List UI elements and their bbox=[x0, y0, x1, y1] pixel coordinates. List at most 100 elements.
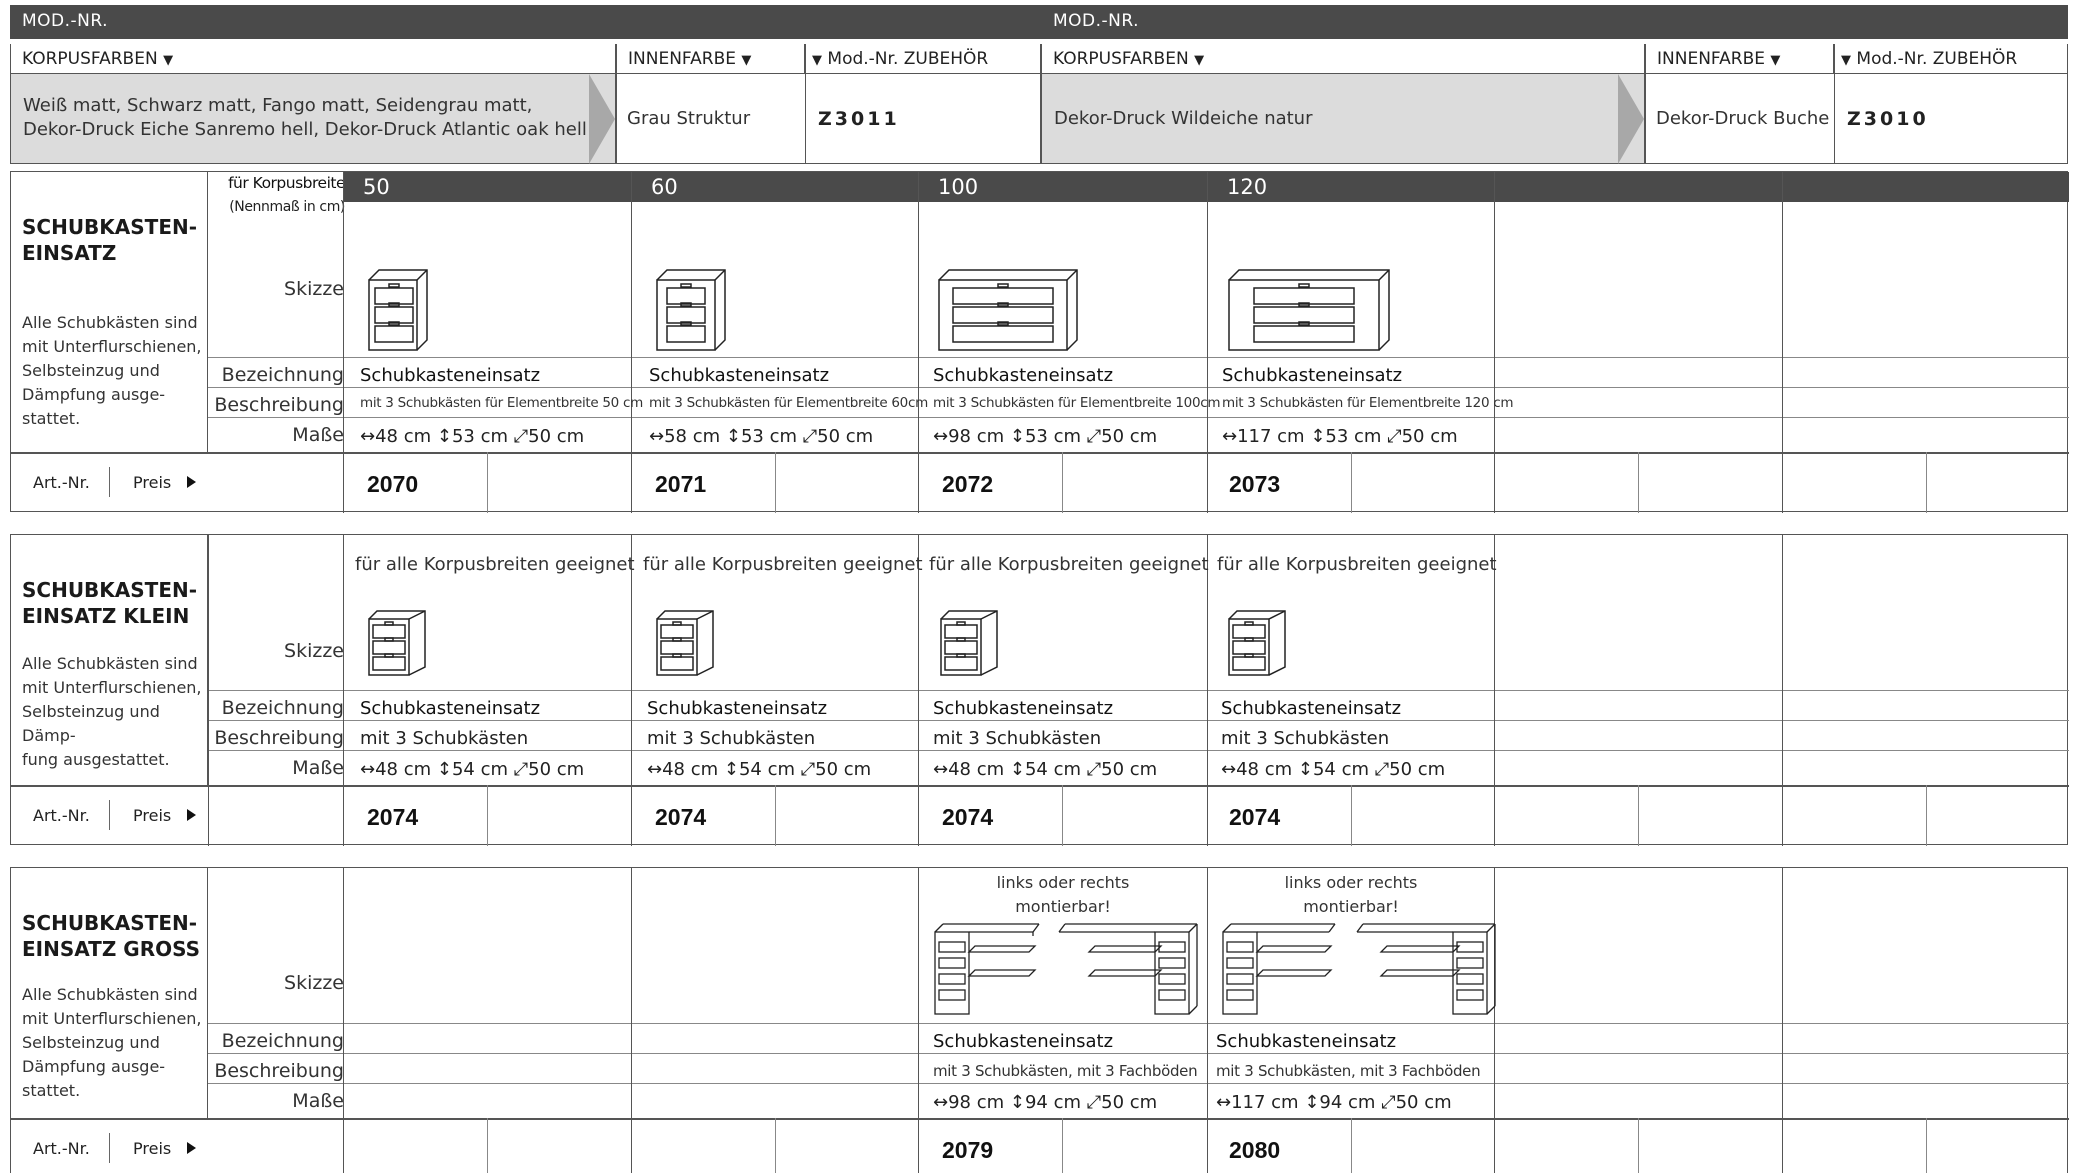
mod-nr-label-left: MOD.-NR. bbox=[10, 5, 1041, 39]
product-name: Schubkasteneinsatz bbox=[649, 365, 830, 386]
fit-all-widths-hint: für alle Korpusbreiten geeignet bbox=[355, 554, 635, 575]
korpusfarben-dropdown-right[interactable]: KORPUSFARBEN ▼ bbox=[1041, 44, 1645, 74]
article-number: 2080 bbox=[1229, 1137, 1281, 1163]
korpusfarben-values-left: Weiß matt, Schwarz matt, Fango matt, Sei… bbox=[10, 74, 616, 164]
article-number: 2072 bbox=[942, 471, 994, 497]
article-number: 2074 bbox=[1229, 804, 1281, 830]
product-description: mit 3 Schubkästen für Elementbreite 120 … bbox=[1222, 395, 1514, 411]
beschreibung-label: Beschreibung bbox=[214, 1060, 344, 1082]
mounting-note-line: links oder rechts bbox=[1284, 873, 1418, 892]
mounting-note: links oder rechts montierbar! bbox=[963, 871, 1163, 919]
chevron-down-icon: ▼ bbox=[1194, 53, 1205, 68]
chevron-down-icon: ▼ bbox=[812, 53, 822, 68]
beschreibung-label: Beschreibung bbox=[214, 394, 344, 416]
innenfarbe-value-right: Dekor-Druck Buche bbox=[1645, 74, 1834, 164]
product-name: Schubkasteneinsatz bbox=[933, 1031, 1114, 1052]
article-number: 2071 bbox=[655, 471, 707, 497]
drawer-insert-small-sketch bbox=[1228, 610, 1286, 676]
product-description: mit 3 Schubkästen bbox=[933, 728, 1102, 749]
innenfarbe-value-left: Grau Struktur bbox=[616, 74, 805, 164]
product-description: mit 3 Schubkästen für Elementbreite 100c… bbox=[933, 395, 1221, 411]
product-dimensions: ↔48 cm ↕54 cm ⤢50 cm bbox=[1221, 759, 1445, 780]
innenfarbe-dropdown-left[interactable]: INNENFARBE ▼ bbox=[616, 44, 805, 74]
section-label-column: SCHUBKASTEN- EINSATZ Alle Schubkästen si… bbox=[11, 172, 208, 452]
art-nr-label: Art.-Nr. bbox=[33, 473, 90, 492]
product-description: mit 3 Schubkästen, mit 3 Fachböden bbox=[933, 1062, 1198, 1080]
skizze-label: Skizze bbox=[284, 640, 344, 662]
korpusfarben-label: KORPUSFARBEN bbox=[1053, 49, 1189, 69]
color-list-line: Dekor-Druck Eiche Sanremo hell, Dekor-Dr… bbox=[23, 119, 587, 140]
dim-depth: ⤢50 cm bbox=[1086, 426, 1158, 447]
drawer-insert-small-sketch bbox=[656, 610, 714, 676]
chevron-down-icon: ▼ bbox=[1841, 53, 1851, 68]
zubehoer-dropdown-left[interactable]: ▼ Mod.-Nr. ZUBEHÖR bbox=[805, 44, 1041, 74]
dim-depth: ⤢50 cm bbox=[1387, 426, 1458, 447]
chevron-down-icon: ▼ bbox=[163, 53, 174, 68]
fit-all-widths-hint: für alle Korpusbreiten geeignet bbox=[643, 554, 923, 575]
product-name: Schubkasteneinsatz bbox=[1222, 365, 1403, 386]
dim-width: ↔98 cm bbox=[933, 1092, 1005, 1113]
section-description: Alle Schubkästen sind mit Unterflurschie… bbox=[22, 654, 202, 769]
chevron-down-icon: ▼ bbox=[741, 53, 752, 68]
article-number: 2070 bbox=[367, 471, 419, 497]
drawer-insert-120-sketch bbox=[1228, 269, 1390, 351]
drawer-insert-50-sketch bbox=[368, 269, 428, 351]
section-title: SCHUBKASTEN- EINSATZ KLEIN bbox=[22, 578, 198, 628]
section-title: SCHUBKASTEN- EINSATZ bbox=[22, 215, 198, 265]
width-120: 120 bbox=[1227, 175, 1268, 199]
bezeichnung-label: Bezeichnung bbox=[221, 364, 344, 386]
product-description: mit 3 Schubkästen bbox=[1221, 728, 1390, 749]
section-schubkasten-einsatz-gross: SCHUBKASTEN- EINSATZ GROSS Alle Schubkäs… bbox=[10, 867, 2069, 1173]
section-title: SCHUBKASTEN- EINSATZ GROSS bbox=[22, 911, 201, 961]
section-schubkasten-einsatz: SCHUBKASTEN- EINSATZ Alle Schubkästen si… bbox=[10, 171, 2069, 513]
product-dimensions: ↔48 cm ↕54 cm ⤢50 cm bbox=[360, 759, 584, 780]
product-name: Schubkasteneinsatz bbox=[933, 698, 1114, 719]
zubehoer-dropdown-right[interactable]: ▼ Mod.-Nr. ZUBEHÖR bbox=[1834, 44, 2068, 74]
dim-height: ↕53 cm bbox=[725, 426, 798, 447]
dim-width: ↔48 cm bbox=[360, 759, 432, 780]
zubehoer-label: Mod.-Nr. ZUBEHÖR bbox=[1856, 49, 2018, 69]
product-dimensions: ↔98 cm ↕94 cm ⤢50 cm bbox=[933, 1092, 1157, 1113]
dim-width: ↔117 cm bbox=[1216, 1092, 1299, 1113]
korpusfarben-dropdown-left[interactable]: KORPUSFARBEN ▼ bbox=[10, 44, 616, 74]
product-dimensions: ↔48 cm ↕53 cm ⤢50 cm bbox=[360, 426, 584, 447]
preis-label: Preis bbox=[133, 1139, 172, 1158]
dim-depth: ⤢50 cm bbox=[1086, 759, 1158, 780]
dim-height: ↕53 cm bbox=[1009, 426, 1082, 447]
drawer-insert-small-sketch bbox=[940, 610, 998, 676]
korpusfarben-values-right: Dekor-Druck Wildeiche natur bbox=[1041, 74, 1645, 164]
play-icon bbox=[187, 809, 196, 821]
bezeichnung-label: Bezeichnung bbox=[221, 697, 344, 719]
skizze-label: Skizze bbox=[284, 972, 344, 994]
dim-height: ↕94 cm bbox=[1009, 1092, 1082, 1113]
dim-height: ↕54 cm bbox=[1297, 759, 1370, 780]
innenfarbe-label: INNENFARBE bbox=[628, 49, 736, 69]
article-number: 2074 bbox=[655, 804, 707, 830]
play-icon bbox=[187, 476, 196, 488]
art-nr-label: Art.-Nr. bbox=[33, 806, 90, 825]
product-name: Schubkasteneinsatz bbox=[647, 698, 828, 719]
width-50: 50 bbox=[363, 175, 390, 199]
product-dimensions: ↔48 cm ↕54 cm ⤢50 cm bbox=[933, 759, 1157, 780]
bezeichnung-label: Bezeichnung bbox=[221, 1030, 344, 1052]
dim-width: ↔48 cm bbox=[1221, 759, 1293, 780]
dim-width: ↔58 cm bbox=[649, 426, 721, 447]
dim-width: ↔48 cm bbox=[647, 759, 719, 780]
mounting-note-line: montierbar! bbox=[1303, 897, 1399, 916]
product-dimensions: ↔58 cm ↕53 cm ⤢50 cm bbox=[649, 426, 873, 447]
article-number: 2074 bbox=[367, 804, 419, 830]
dim-width: ↔48 cm bbox=[360, 426, 432, 447]
product-dimensions: ↔117 cm ↕94 cm ⤢50 cm bbox=[1216, 1092, 1452, 1113]
product-name: Schubkasteneinsatz bbox=[360, 698, 541, 719]
product-dimensions: ↔117 cm ↕53 cm ⤢50 cm bbox=[1222, 426, 1458, 447]
article-number: 2073 bbox=[1229, 471, 1281, 497]
fit-all-widths-hint: für alle Korpusbreiten geeignet bbox=[1217, 554, 1497, 575]
color-list-line: Dekor-Druck Wildeiche natur bbox=[1054, 108, 1313, 129]
innenfarbe-dropdown-right[interactable]: INNENFARBE ▼ bbox=[1645, 44, 1834, 74]
article-number: 2074 bbox=[942, 804, 994, 830]
dim-width: ↔117 cm bbox=[1222, 426, 1305, 447]
drawer-insert-large-100-sketch bbox=[934, 923, 1198, 1015]
mounting-note-line: montierbar! bbox=[1015, 897, 1111, 916]
product-name: Schubkasteneinsatz bbox=[1221, 698, 1402, 719]
dim-depth: ⤢50 cm bbox=[800, 759, 872, 780]
